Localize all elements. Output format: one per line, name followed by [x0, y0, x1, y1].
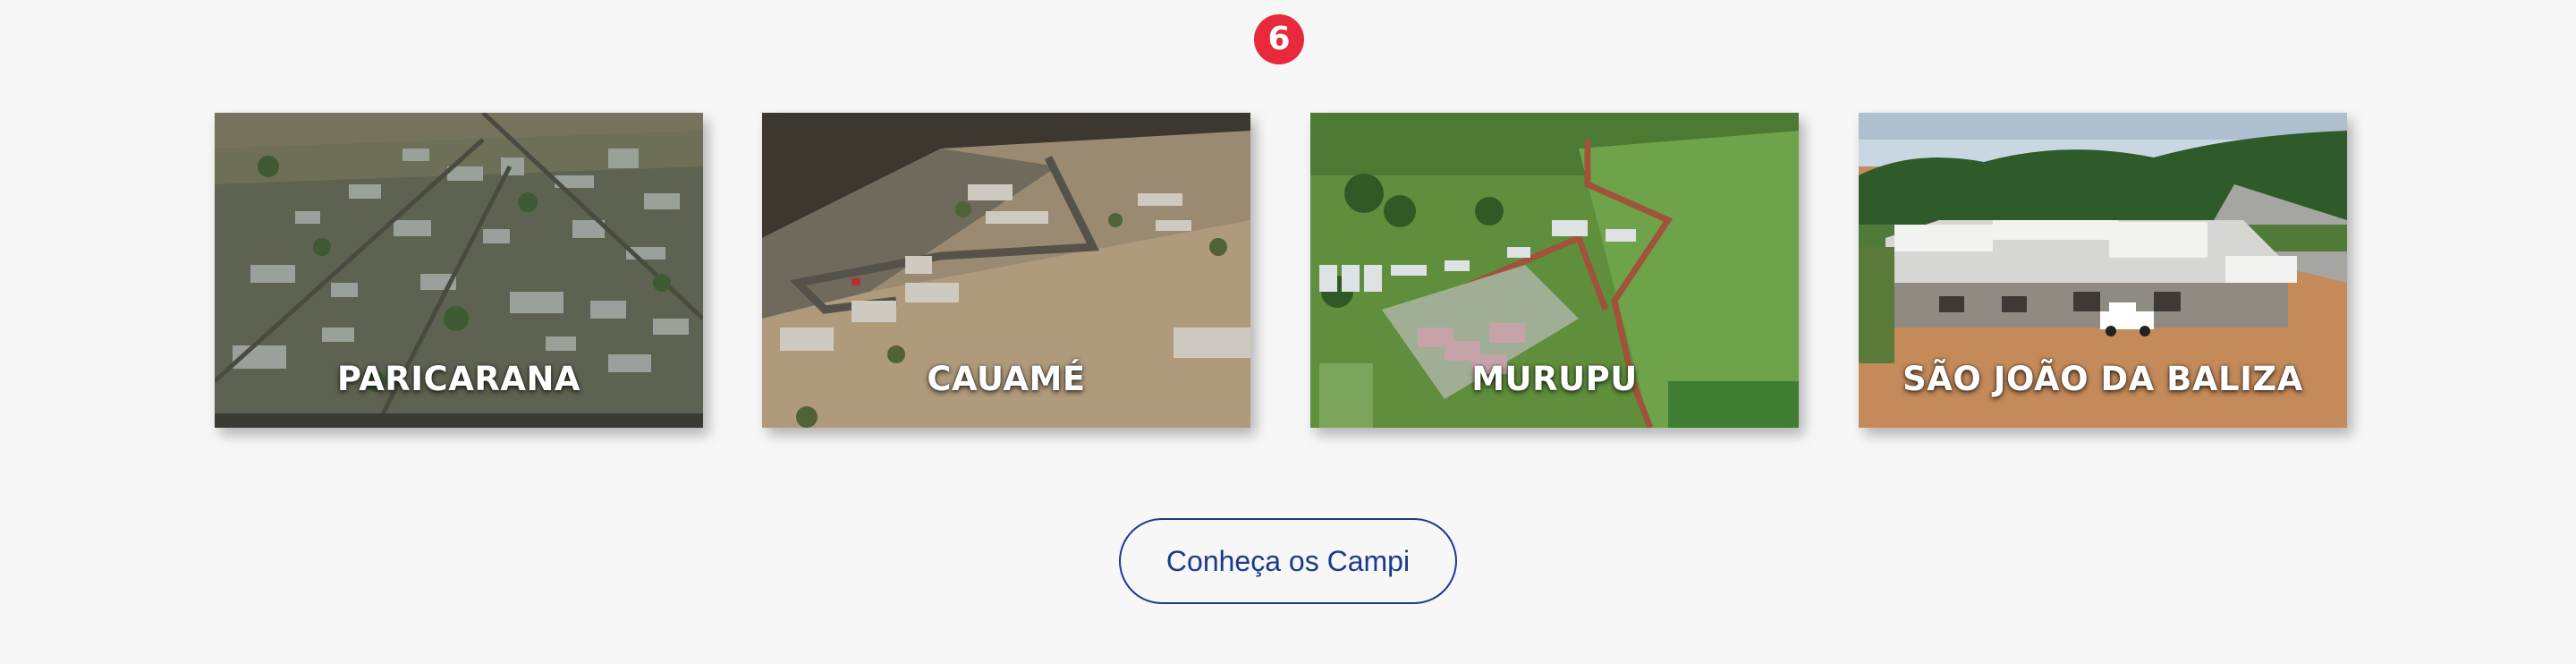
campus-name: PARICARANA [336, 360, 581, 398]
campus-card-paricarana[interactable]: PARICARANA [215, 113, 703, 428]
campus-cards: PARICARANA CAUAMÉ MURUPU SÃO JOÃO DA BAL… [215, 113, 2347, 428]
explore-campi-button[interactable]: Conheça os Campi [1119, 518, 1457, 604]
step-number-badge: 6 [1254, 14, 1304, 64]
campus-card-cauame[interactable]: CAUAMÉ [762, 113, 1250, 428]
campi-section: 6 PARICARANA CAUAMÉ MURUPU SÃO JOÃO DA B… [0, 0, 2576, 664]
campus-name: MURUPU [1471, 360, 1638, 398]
campus-name: SÃO JOÃO DA BALIZA [1902, 360, 2303, 398]
campus-card-sao-joao-da-baliza[interactable]: SÃO JOÃO DA BALIZA [1859, 113, 2347, 428]
campus-name: CAUAMÉ [927, 360, 1086, 398]
campus-card-murupu[interactable]: MURUPU [1310, 113, 1799, 428]
